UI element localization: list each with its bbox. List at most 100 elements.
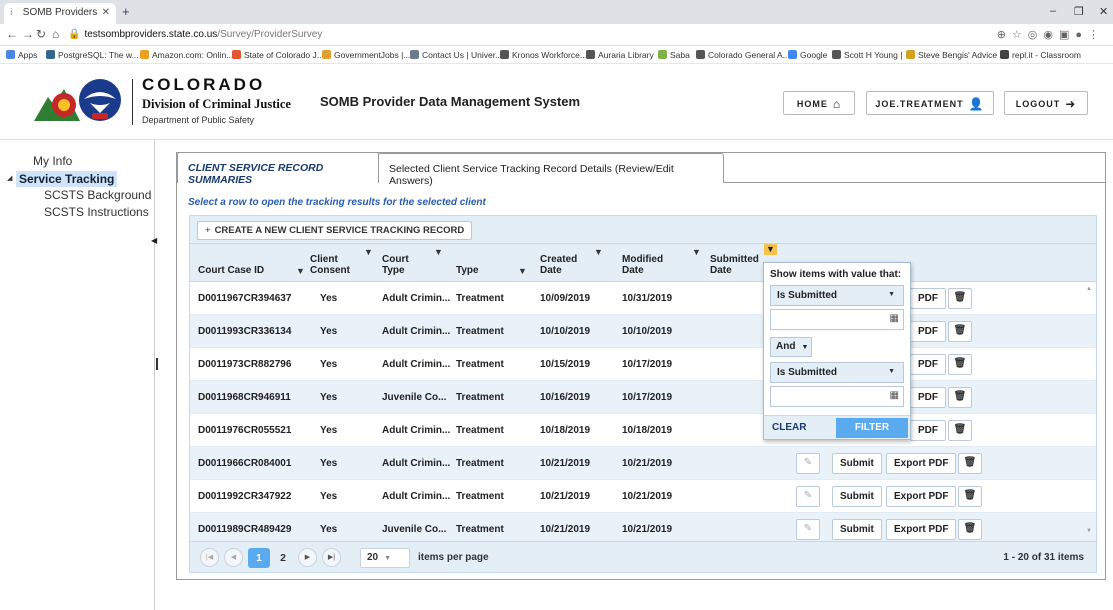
bookmark-replit[interactable]: repl.it - Classroom — [1000, 50, 1081, 60]
bookmark-saba[interactable]: Saba — [658, 50, 690, 60]
bookmark-google[interactable]: Google — [788, 50, 827, 60]
column-header-court-type[interactable]: Court Type ▼ — [382, 244, 444, 282]
page-size-select[interactable]: 20 ▼ — [360, 548, 410, 568]
bookmark-contact-us[interactable]: Contact Us | Univer... — [410, 50, 502, 60]
column-header-created-date[interactable]: Created Date ▼ — [540, 244, 612, 282]
table-row[interactable]: D0011966CR084001 Yes Adult Crimin... Treatm… — [190, 447, 1096, 480]
submit-button[interactable]: Submit — [832, 486, 882, 507]
edit-icon[interactable]: ✎ — [796, 486, 820, 507]
filter-icon[interactable]: ▼ — [434, 247, 443, 258]
sidebar-item-scsts-background[interactable]: SCSTS Background — [44, 188, 151, 202]
expanded-triangle-icon[interactable]: ◢ — [7, 174, 12, 182]
bookmark-amazon[interactable]: Amazon.com: Onlin... — [140, 50, 233, 60]
last-page-icon[interactable]: ▶| — [322, 548, 341, 567]
logout-button[interactable]: LOGOUT ➜ — [1004, 91, 1088, 115]
delete-icon[interactable]: 🗑 — [948, 321, 972, 342]
table-row[interactable]: D0011992CR347922 Yes Adult Crimin... Treatm… — [190, 480, 1096, 513]
filter-apply-button[interactable]: FILTER — [836, 418, 908, 438]
page-1-button[interactable]: 1 — [248, 548, 270, 568]
tab-client-service-record-summaries[interactable]: CLIENT SERVICE RECORD SUMMARIES — [177, 152, 379, 186]
pdf-button[interactable]: PDF — [910, 288, 946, 309]
submit-button[interactable]: Submit — [832, 453, 882, 474]
bookmark-kronos[interactable]: Kronos Workforce... — [500, 50, 587, 60]
table-row[interactable]: D0011973CR882796 Yes Adult Crimin... Treatm… — [190, 348, 1096, 381]
close-window-icon[interactable]: ✕ — [1099, 5, 1108, 18]
browser-tab[interactable]: ⅰ SOMB Providers ✕ — [4, 3, 116, 24]
pdf-button[interactable]: PDF — [910, 387, 946, 408]
sidebar-item-scsts-instructions[interactable]: SCSTS Instructions — [44, 205, 149, 219]
filter-active-icon[interactable]: ▼ — [764, 244, 777, 255]
calendar-icon[interactable]: ▦ — [890, 390, 899, 401]
home-nav-icon[interactable]: ⌂ — [52, 27, 59, 41]
back-icon[interactable]: ← — [6, 27, 18, 41]
filter-icon[interactable]: ▼ — [594, 247, 603, 258]
table-row[interactable]: D0011967CR394637 Yes Adult Crimin... Treatm… — [190, 282, 1096, 315]
calendar-icon[interactable]: ▦ — [890, 313, 899, 324]
filter-icon[interactable]: ▼ — [296, 266, 305, 277]
prev-page-icon[interactable]: ◀ — [224, 548, 243, 567]
export-pdf-button[interactable]: Export PDF — [886, 486, 957, 507]
reload-icon[interactable]: ↻ — [36, 27, 46, 41]
pdf-button[interactable]: PDF — [910, 321, 946, 342]
user-button[interactable]: JOE.TREATMENT 👤 — [866, 91, 994, 115]
edit-icon[interactable]: ✎ — [796, 519, 820, 540]
bookmark-apps[interactable]: Apps — [6, 50, 37, 60]
column-header-court-case-id[interactable]: Court Case ID ▼ — [198, 244, 306, 282]
filter-operator-2-select[interactable]: Is Submitted ▼ — [770, 362, 904, 383]
table-row[interactable]: D0011993CR336134 Yes Adult Crimin... Treatm… — [190, 315, 1096, 348]
bookmark-state-colorado[interactable]: State of Colorado J... — [232, 50, 324, 60]
column-header-client-consent[interactable]: Client Consent ▼ — [310, 244, 374, 282]
filter-icon[interactable]: ▼ — [692, 247, 701, 258]
close-tab-icon[interactable]: ✕ — [102, 7, 110, 18]
sidebar-resize-handle[interactable] — [156, 358, 158, 370]
tab-selected-client-details[interactable]: Selected Client Service Tracking Record … — [378, 153, 724, 187]
sidebar-item-my-info[interactable]: My Info — [33, 154, 72, 168]
next-page-icon[interactable]: ▶ — [298, 548, 317, 567]
table-row[interactable]: D0011968CR946911 Yes Juvenile Co... Treatme… — [190, 381, 1096, 414]
delete-icon[interactable]: 🗑 — [948, 354, 972, 375]
export-pdf-button[interactable]: Export PDF — [886, 453, 957, 474]
pdf-button[interactable]: PDF — [910, 420, 946, 441]
bookmark-colorado-general[interactable]: Colorado General A... — [696, 50, 790, 60]
filter-icon[interactable]: ▼ — [518, 266, 527, 277]
column-header-modified-date[interactable]: Modified Date ▼ — [622, 244, 702, 282]
column-header-type[interactable]: Type ▼ — [456, 244, 528, 282]
delete-icon[interactable]: 🗑 — [958, 453, 982, 474]
filter-icon[interactable]: ▼ — [364, 247, 373, 258]
collapse-sidebar-icon[interactable]: ◀ — [151, 236, 157, 245]
edit-icon[interactable]: ✎ — [796, 453, 820, 474]
bookmark-auraria[interactable]: Auraria Library — [586, 50, 654, 60]
page-2-button[interactable]: 2 — [272, 548, 294, 568]
minimize-icon[interactable]: – — [1050, 5, 1056, 17]
table-row[interactable]: D0011989CR489429 Yes Juvenile Co... Treatme… — [190, 513, 1096, 541]
delete-icon[interactable]: 🗑 — [958, 519, 982, 540]
export-pdf-button[interactable]: Export PDF — [886, 519, 957, 540]
bookmark-governmentjobs[interactable]: GovernmentJobs |... — [322, 50, 410, 60]
bookmark-postgresql[interactable]: PostgreSQL: The w... — [46, 50, 139, 60]
submit-button[interactable]: Submit — [832, 519, 882, 540]
home-button[interactable]: HOME ⌂ — [783, 91, 855, 115]
create-record-button[interactable]: + CREATE A NEW CLIENT SERVICE TRACKING RE… — [197, 221, 473, 240]
filter-value-1-input[interactable]: ▦ — [770, 309, 904, 330]
filter-clear-button[interactable]: CLEAR — [772, 422, 806, 433]
filter-operator-1-select[interactable]: Is Submitted ▼ — [770, 285, 904, 306]
scroll-down-icon[interactable]: ▼ — [1086, 528, 1092, 534]
pdf-button[interactable]: PDF — [910, 354, 946, 375]
sidebar-item-service-tracking[interactable]: Service Tracking — [16, 171, 118, 187]
forward-icon[interactable]: → — [22, 27, 34, 41]
bookmark-steve-bengis[interactable]: Steve Bengis' Advice — [906, 50, 997, 60]
filter-logic-select[interactable]: And ▼ — [770, 337, 812, 357]
extension-icons[interactable]: ⊕☆◎◉▣●⋮ — [997, 28, 1105, 41]
table-row[interactable]: D0011976CR055521 Yes Adult Crimin... Treatm… — [190, 414, 1096, 447]
maximize-icon[interactable]: ❐ — [1074, 5, 1084, 18]
delete-icon[interactable]: 🗑 — [948, 387, 972, 408]
scroll-up-icon[interactable]: ▲ — [1086, 286, 1092, 292]
delete-icon[interactable]: 🗑 — [948, 420, 972, 441]
filter-value-2-input[interactable]: ▦ — [770, 386, 904, 407]
delete-icon[interactable]: 🗑 — [948, 288, 972, 309]
url-field[interactable]: 🔒 testsombproviders.state.co.us/Survey/Pr… — [68, 29, 322, 40]
delete-icon[interactable]: 🗑 — [958, 486, 982, 507]
first-page-icon[interactable]: |◀ — [200, 548, 219, 567]
bookmark-scott-h-young[interactable]: Scott H Young | — [832, 50, 902, 60]
new-tab-icon[interactable]: + — [122, 4, 130, 19]
